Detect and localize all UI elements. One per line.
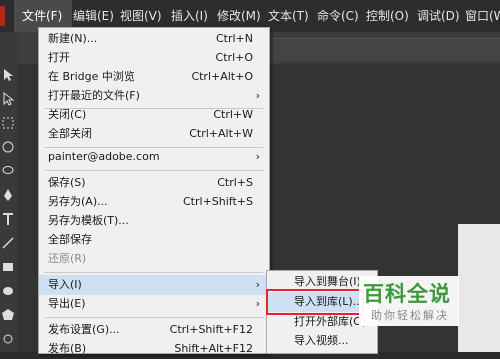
watermark-title: 百科全说 (363, 282, 451, 306)
menu-item-label: 全部保存 (48, 233, 92, 246)
lasso-tool-icon[interactable] (1, 164, 15, 178)
tools-panel (0, 32, 18, 352)
stage-canvas[interactable] (458, 224, 500, 352)
menu-item-shortcut: Ctrl+O (215, 51, 253, 64)
menu-item-shortcut: Ctrl+S (217, 176, 253, 189)
menu-item-label: 打开最近的文件(F) (48, 89, 140, 102)
3d-rotation-tool-icon[interactable] (1, 140, 15, 154)
menu-commands[interactable]: 命令(C) (317, 0, 359, 32)
menu-item-label: 打开 (48, 51, 70, 64)
menu-item-label: 导入视频... (294, 334, 349, 347)
menu-item-close[interactable]: 关闭(C) Ctrl+W (39, 105, 269, 125)
menu-item-import[interactable]: 导入(I) › (39, 275, 269, 295)
menu-item-publish-settings[interactable]: 发布设置(G)... Ctrl+Shift+F12 (39, 320, 269, 340)
menu-item-label: 在 Bridge 中浏览 (48, 70, 135, 83)
submenu-arrow-icon: › (255, 89, 260, 102)
menu-item-shortcut: Ctrl+W (213, 108, 253, 121)
menu-separator (45, 170, 263, 171)
watermark: 百科全说 助你轻松解决 (359, 276, 459, 326)
menu-item-label: 保存(S) (48, 176, 86, 189)
menu-item-shortcut: Ctrl+Alt+O (191, 70, 253, 83)
menu-item-label: painter@adobe.com (48, 150, 160, 163)
menu-item-open[interactable]: 打开 Ctrl+O (39, 48, 269, 68)
menu-debug[interactable]: 调试(D) (417, 0, 460, 32)
menu-item-label: 导出(E) (48, 297, 86, 310)
menu-item-label: 另存为模板(T)... (48, 214, 129, 227)
app-logo-icon (0, 6, 5, 26)
document-tab[interactable] (273, 38, 500, 61)
rectangle-tool-icon[interactable] (1, 260, 15, 274)
selection-tool-icon[interactable] (1, 68, 15, 82)
menu-item-account[interactable]: painter@adobe.com › (39, 147, 269, 167)
submenu-arrow-icon: › (255, 278, 260, 291)
oval-tool-icon[interactable] (1, 284, 15, 298)
highlight-callout-box (266, 289, 364, 315)
menu-text[interactable]: 文本(T) (268, 0, 309, 32)
menu-item-revert: 还原(R) (39, 249, 269, 269)
watermark-subtitle: 助你轻松解决 (371, 309, 449, 322)
pen-tool-icon[interactable] (1, 188, 15, 202)
menu-item-shortcut: Shift+Alt+F12 (174, 342, 253, 355)
menu-item-label: 还原(R) (48, 252, 87, 265)
menu-item-save-as[interactable]: 另存为(A)... Ctrl+Shift+S (39, 192, 269, 212)
menu-item-save-as-template[interactable]: 另存为模板(T)... (39, 211, 269, 231)
menu-item-save-all[interactable]: 全部保存 (39, 230, 269, 250)
menu-item-save[interactable]: 保存(S) Ctrl+S (39, 173, 269, 193)
menu-item-close-all[interactable]: 全部关闭 Ctrl+Alt+W (39, 124, 269, 144)
menu-item-label: 发布设置(G)... (48, 323, 120, 336)
submenu-arrow-icon: › (255, 297, 260, 310)
menu-separator (45, 272, 263, 273)
menu-item-label: 另存为(A)... (48, 195, 108, 208)
menu-item-shortcut: Ctrl+Shift+S (183, 195, 253, 208)
menu-item-label: 全部关闭 (48, 127, 92, 140)
menu-item-shortcut: Ctrl+N (215, 32, 253, 45)
menu-item-label: 关闭(C) (48, 108, 87, 121)
bone-tool-icon[interactable] (1, 332, 15, 346)
menu-item-label: 新建(N)... (48, 32, 98, 45)
line-tool-icon[interactable] (1, 236, 15, 250)
menu-item-new[interactable]: 新建(N)... Ctrl+N (39, 29, 269, 49)
menu-separator (45, 317, 263, 318)
submenu-item-import-video[interactable]: 导入视频... (267, 331, 377, 351)
menu-item-shortcut: Ctrl+Alt+W (189, 127, 253, 140)
menu-item-export[interactable]: 导出(E) › (39, 294, 269, 314)
menu-control[interactable]: 控制(O) (366, 0, 409, 32)
transform-tool-icon[interactable] (1, 116, 15, 130)
menu-item-label: 导入(I) (48, 278, 82, 291)
menu-item-label: 发布(B) (48, 342, 87, 355)
menu-item-publish[interactable]: 发布(B) Shift+Alt+F12 (39, 339, 269, 359)
menu-item-open-recent[interactable]: 打开最近的文件(F) › (39, 86, 269, 106)
text-tool-icon[interactable] (1, 212, 15, 226)
subselection-tool-icon[interactable] (1, 92, 15, 106)
menu-window[interactable]: 窗口(W) (465, 0, 500, 32)
menu-item-shortcut: Ctrl+Shift+F12 (169, 323, 253, 336)
submenu-arrow-icon: › (255, 150, 260, 163)
menu-item-browse-in-bridge[interactable]: 在 Bridge 中浏览 Ctrl+Alt+O (39, 67, 269, 87)
polystar-tool-icon[interactable] (1, 308, 15, 322)
file-menu-dropdown: 新建(N)... Ctrl+N 打开 Ctrl+O 在 Bridge 中浏览 Ctrl… (38, 27, 270, 355)
